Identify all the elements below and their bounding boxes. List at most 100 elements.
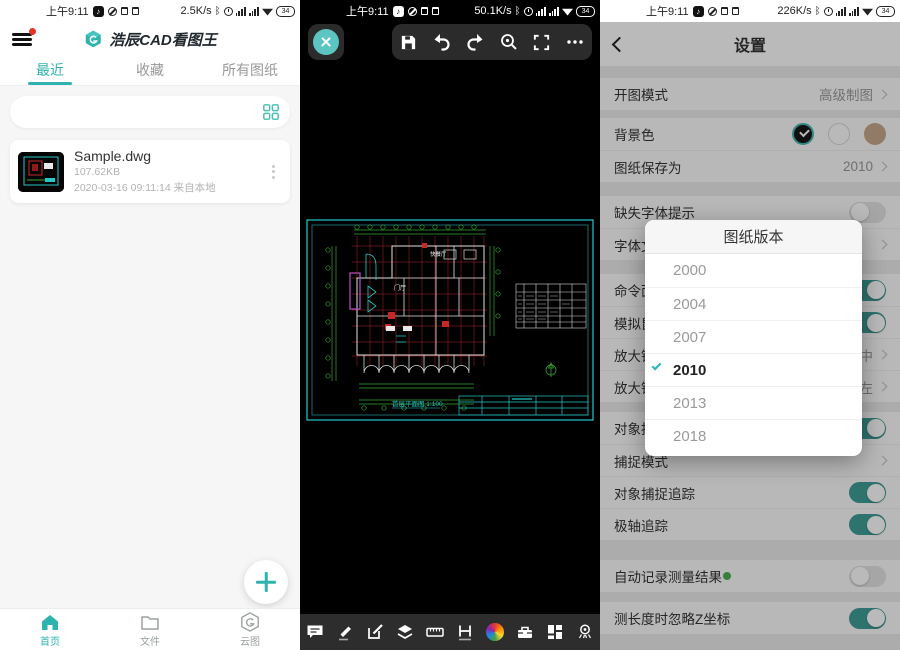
tab-all-drawings[interactable]: 所有图纸 [200,56,300,85]
menu-button[interactable] [12,32,32,46]
grid-view-icon[interactable] [262,103,280,121]
file-list-item[interactable]: Sample.dwg 107.62KB 2020-03-16 09:11:14 … [10,140,290,203]
bottom-nav: 首页 文件 云图 [0,608,300,650]
home-icon [39,612,61,632]
comment-icon [305,622,325,642]
nav-label: 云图 [240,633,260,648]
nav-label: 文件 [140,633,160,648]
dialog-title: 图纸版本 [645,220,862,254]
search-bar[interactable] [10,96,290,128]
undo-icon [432,32,452,52]
signal-icon [836,7,846,16]
draw-button[interactable] [333,620,357,644]
do-not-disturb-icon [708,7,717,16]
drawing-viewer-panel: 上午9:11 ♪ 50.1K/s 34 [300,0,600,650]
app-logo-icon [83,29,103,49]
more-button[interactable] [562,29,588,55]
composite-screenshot: 上午9:11 ♪ 2.5K/s 34 [0,0,900,650]
option-label: 2010 [673,362,706,379]
save-button[interactable] [396,29,422,55]
alarm-icon [824,7,833,16]
version-option-2007[interactable]: 2007 [645,320,862,353]
trash-icon [121,7,128,15]
version-option-2013[interactable]: 2013 [645,386,862,419]
do-not-disturb-icon [408,7,417,16]
fullscreen-button[interactable] [529,29,555,55]
dimension-button[interactable] [453,620,477,644]
option-label: 2004 [673,296,706,313]
close-drawing-button[interactable] [308,24,344,60]
signal-icon [849,7,859,16]
app-header: 浩辰CAD看图王 [0,22,300,56]
version-option-2018[interactable]: 2018 [645,419,862,452]
alarm-icon [524,7,533,16]
tab-recent[interactable]: 最近 [0,56,100,85]
alarm-icon [224,7,233,16]
version-option-2010[interactable]: 2010 [645,353,862,386]
nav-home[interactable]: 首页 [0,609,100,650]
color-button[interactable] [483,620,507,644]
status-time: 上午9:11 [646,3,689,19]
redo-button[interactable] [462,29,488,55]
file-info: Sample.dwg 107.62KB 2020-03-16 09:11:14 … [74,148,264,195]
comment-button[interactable] [303,620,327,644]
room-label-restaurant: 快餐厅 [430,250,447,258]
redo-icon [465,32,485,52]
check-icon [652,361,662,371]
trash-icon [432,7,439,15]
projector-eye-icon [575,622,595,642]
zoom-search-button[interactable] [496,29,522,55]
nav-cloud[interactable]: 云图 [200,609,300,650]
option-label: 2013 [673,395,706,412]
nav-files[interactable]: 文件 [100,609,200,650]
option-label: 2007 [673,329,706,346]
status-time: 上午9:11 [346,3,389,19]
bluetooth-icon [815,5,821,17]
dimension-icon [455,622,475,642]
layers-button[interactable] [393,620,417,644]
file-more-button[interactable] [264,159,282,185]
ellipsis-icon [565,32,585,52]
file-meta: 2020-03-16 09:11:14 来自本地 [74,180,264,195]
layers-icon [395,622,415,642]
version-option-2004[interactable]: 2004 [645,287,862,320]
save-icon [399,33,418,52]
ruler-icon [425,622,445,642]
toolbox-button[interactable] [513,620,537,644]
status-bar: 上午9:11 ♪ 2.5K/s 34 [0,0,300,22]
undo-button[interactable] [429,29,455,55]
pencil-icon [335,622,355,642]
status-net-speed: 50.1K/s [474,5,511,17]
bluetooth-icon [515,5,521,17]
layout-button[interactable] [543,620,567,644]
do-not-disturb-icon [108,7,117,16]
cad-drawing-canvas[interactable]: 门厅 快餐厅 首层平面图 1:100 [304,216,596,426]
edit-button[interactable] [363,620,387,644]
folder-icon [139,612,161,632]
view-3d-button[interactable] [573,620,597,644]
file-name: Sample.dwg [74,148,264,164]
wifi-icon [862,7,873,16]
wifi-icon [262,7,273,16]
music-note-icon: ♪ [393,6,404,17]
version-option-2000[interactable]: 2000 [645,254,862,287]
tab-favorites[interactable]: 收藏 [100,56,200,85]
trash-icon [732,7,739,15]
drawing-caption: 首层平面图 1:100 [392,399,443,408]
signal-icon [536,7,546,16]
brand: 浩辰CAD看图王 [83,29,217,50]
magnifier-icon [499,32,519,52]
battery-icon: 34 [276,6,295,17]
cloud-drawings-icon [239,612,261,632]
file-source: 来自本地 [174,182,216,194]
nav-label: 首页 [40,633,60,648]
search-input[interactable] [20,104,262,121]
add-drawing-button[interactable] [244,560,288,604]
file-date: 2020-03-16 09:11:14 [74,182,171,194]
trash-icon [132,7,139,15]
drawing-version-dialog: 图纸版本 2000 2004 2007 2010 2013 2018 [645,220,862,456]
status-time: 上午9:11 [46,3,89,19]
measure-button[interactable] [423,620,447,644]
option-label: 2000 [673,262,706,279]
battery-icon: 34 [876,6,895,17]
